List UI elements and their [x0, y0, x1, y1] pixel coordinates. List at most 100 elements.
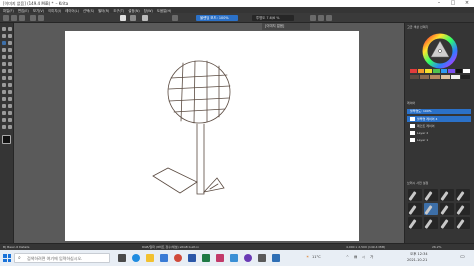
chrome-icon[interactable]	[174, 254, 182, 262]
zoom-tool-icon[interactable]	[2, 125, 6, 129]
close-button[interactable]: ×	[460, 0, 474, 7]
mirror-vertical-icon[interactable]	[318, 15, 324, 21]
mirror-horizontal-icon[interactable]	[310, 15, 316, 21]
polygon-selection-tool-icon[interactable]	[2, 111, 6, 115]
brush-preset[interactable]	[456, 203, 470, 215]
file-explorer-icon[interactable]	[146, 254, 154, 262]
ime-icon[interactable]: 가	[370, 255, 373, 260]
line-tool-icon[interactable]	[8, 41, 12, 45]
drawing-canvas[interactable]	[65, 31, 359, 241]
brush-preset[interactable]	[408, 217, 422, 229]
brush-preset[interactable]	[424, 189, 438, 201]
foreground-color-swatch[interactable]	[2, 135, 11, 144]
weather-temp[interactable]: 11°C	[312, 255, 321, 259]
freehand-brush-tool-icon[interactable]	[2, 41, 6, 45]
clock-time[interactable]: 오후 12:34	[410, 252, 428, 257]
app-icon[interactable]	[258, 254, 266, 262]
menu-window[interactable]: 창(W)	[144, 8, 153, 13]
bezier-tool-icon[interactable]	[2, 62, 6, 66]
tray-chevron-icon[interactable]: ^	[346, 255, 349, 259]
polyline-tool-icon[interactable]	[8, 55, 12, 59]
task-view-icon[interactable]	[118, 254, 126, 262]
rectangular-selection-tool-icon[interactable]	[2, 104, 6, 108]
undo-icon[interactable]	[30, 15, 36, 21]
freehand-selection-tool-icon[interactable]	[8, 111, 12, 115]
pan-tool-icon[interactable]	[8, 125, 12, 129]
mail-icon[interactable]	[230, 254, 238, 262]
menu-view[interactable]: 보기(V)	[33, 8, 44, 13]
edge-browser-icon[interactable]	[132, 254, 140, 262]
app-icon[interactable]	[272, 254, 280, 262]
menu-select[interactable]: 선택(S)	[83, 8, 94, 13]
edit-shape-tool-icon[interactable]	[2, 34, 6, 38]
blending-mode-select[interactable]: 블렌딩 모드: 100%	[196, 15, 238, 21]
clock-date[interactable]: 2021-10-21	[407, 258, 427, 262]
text-tool-icon[interactable]	[8, 27, 12, 31]
word-icon[interactable]	[188, 254, 196, 262]
pattern-icon[interactable]	[130, 15, 136, 21]
layer-opacity-slider[interactable]: 불투명도: 100%	[407, 109, 471, 114]
polygon-tool-icon[interactable]	[2, 55, 6, 59]
elliptical-selection-tool-icon[interactable]	[8, 104, 12, 108]
document-tab[interactable]: [이미지 없음]	[262, 23, 310, 30]
brush-preset-icon[interactable]	[142, 15, 148, 21]
open-document-icon[interactable]	[11, 15, 17, 21]
menu-file[interactable]: 파일(F)	[3, 8, 14, 13]
save-icon[interactable]	[19, 15, 25, 21]
crop-tool-icon[interactable]	[2, 83, 6, 87]
assistant-tool-icon[interactable]	[2, 97, 6, 101]
maximize-button[interactable]: □	[446, 0, 460, 7]
blend-mode-icon[interactable]	[172, 15, 178, 21]
menu-layer[interactable]: 레이어(L)	[65, 8, 79, 13]
gradient-icon[interactable]	[120, 15, 126, 21]
multibrush-tool-icon[interactable]	[8, 69, 12, 73]
contiguous-selection-tool-icon[interactable]	[2, 118, 6, 122]
krita-icon[interactable]	[244, 254, 252, 262]
layer-row[interactable]: Layer 1	[407, 137, 471, 143]
taskbar-search-box[interactable]: ⌕ 검색하려면 여기에 입력하십시오.	[14, 253, 110, 263]
layer-row[interactable]: 페인트 레이어	[407, 123, 471, 129]
fill-tool-icon[interactable]	[8, 90, 12, 94]
brush-preset[interactable]	[440, 203, 454, 215]
app-icon[interactable]	[216, 254, 224, 262]
select-shape-tool-icon[interactable]	[2, 27, 6, 31]
network-icon[interactable]: ▤	[354, 255, 357, 259]
freehand-path-tool-icon[interactable]	[8, 62, 12, 66]
rectangle-tool-icon[interactable]	[2, 48, 6, 52]
brush-preset[interactable]	[440, 189, 454, 201]
menu-image[interactable]: 이미지(I)	[48, 8, 61, 13]
redo-icon[interactable]	[38, 15, 44, 21]
calligraphy-tool-icon[interactable]	[8, 34, 12, 38]
brush-preset[interactable]	[456, 217, 470, 229]
wrap-around-icon[interactable]	[326, 15, 332, 21]
brush-preset[interactable]	[456, 189, 470, 201]
minimize-button[interactable]: –	[432, 0, 446, 7]
zoom-level[interactable]: 26.2%	[432, 245, 442, 249]
brush-preset[interactable]	[440, 217, 454, 229]
menu-settings[interactable]: 설정(N)	[128, 8, 139, 13]
menu-filter[interactable]: 필터(R)	[98, 8, 109, 13]
dynamic-brush-tool-icon[interactable]	[2, 69, 6, 73]
store-icon[interactable]	[160, 254, 168, 262]
opacity-slider[interactable]: 투명도 7.6/6 %	[252, 15, 294, 21]
brush-preset[interactable]	[424, 217, 438, 229]
ellipse-tool-icon[interactable]	[8, 48, 12, 52]
similar-color-selection-tool-icon[interactable]	[8, 118, 12, 122]
brush-preset[interactable]	[408, 189, 422, 201]
notification-icon[interactable]: ▭	[460, 254, 465, 260]
color-wheel[interactable]	[422, 33, 458, 69]
layer-row[interactable]: Layer 2	[407, 130, 471, 136]
volume-icon[interactable]: ◁	[362, 255, 365, 259]
menu-tools[interactable]: 도구(T)	[113, 8, 124, 13]
menu-edit[interactable]: 편집(E)	[18, 8, 29, 13]
move-tool-icon[interactable]	[8, 76, 12, 80]
transform-tool-icon[interactable]	[2, 76, 6, 80]
menu-help[interactable]: 도움말(H)	[157, 8, 172, 13]
brush-preset-selected[interactable]	[424, 203, 438, 215]
windows-start-icon[interactable]	[3, 254, 11, 262]
layer-row[interactable]: 불투명 레이어 4	[407, 116, 471, 122]
new-document-icon[interactable]	[3, 15, 9, 21]
measure-tool-icon[interactable]	[8, 97, 12, 101]
gradient-tool-icon[interactable]	[8, 83, 12, 87]
brush-preset[interactable]	[408, 203, 422, 215]
